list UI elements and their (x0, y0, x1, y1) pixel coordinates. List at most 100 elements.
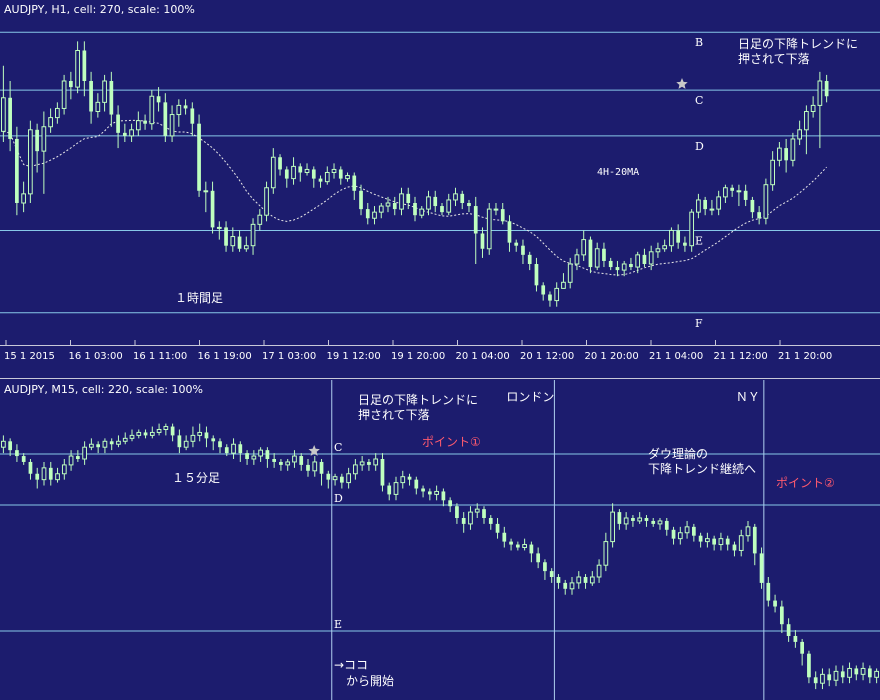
h1-candle-50 (338, 169, 343, 179)
m15-candle-102 (691, 526, 696, 536)
h1-candle-84 (567, 263, 573, 283)
h1-candle-82 (554, 287, 560, 302)
h1-candle-3 (21, 193, 26, 204)
h1-candle-10 (68, 81, 73, 88)
h1-candle-45 (304, 168, 310, 173)
h1-candle-36 (243, 245, 249, 250)
h1-candle-95 (642, 254, 647, 264)
h1-candle-1 (8, 97, 12, 139)
m15-candle-44 (299, 456, 304, 465)
m15-candle-58 (393, 482, 399, 495)
m15-candle-14 (96, 444, 101, 448)
start-text-label: から開始 (346, 674, 394, 688)
session-label-1: ＮＹ (736, 390, 760, 404)
h1-star-marker (676, 78, 688, 89)
h1-candle-113 (763, 184, 769, 219)
h1-candle-60 (406, 193, 411, 203)
charts-canvas: B C D E F 15 1 2015 16 1 03:00 16 1 11:00 16 1 … (0, 3, 880, 700)
h1-candle-6 (41, 126, 47, 152)
point-2-label: ポイント② (776, 476, 835, 490)
m15-candle-85 (576, 576, 582, 584)
h1-level-label-C: C (695, 94, 703, 107)
h1-candle-103 (696, 199, 701, 213)
m15-level-label-C: C (334, 441, 342, 454)
h1-candle-28 (190, 108, 195, 124)
h1-tick-label-4: 17 1 03:00 (262, 351, 316, 362)
m15-candle-88 (596, 564, 602, 578)
m15-candle-18 (122, 437, 128, 442)
h1-tick-label-7: 20 1 04:00 (456, 351, 510, 362)
h1-candle-62 (419, 208, 425, 216)
m15-candle-65 (441, 491, 446, 501)
h1-candle-53 (359, 190, 363, 210)
h1-candle-33 (224, 227, 228, 246)
m15-candle-100 (677, 532, 683, 540)
h1-candle-29 (197, 123, 201, 191)
h1-candle-79 (534, 264, 539, 286)
m15-candle-61 (414, 479, 419, 489)
h1-candle-75 (507, 221, 512, 243)
h1-tick-label-8: 20 1 12:00 (520, 351, 574, 362)
m15-candle-123 (833, 670, 839, 681)
m15-candle-27 (183, 440, 189, 448)
m15-candle-80 (543, 562, 547, 572)
h1-candle-0 (1, 97, 6, 132)
h1-candle-104 (703, 199, 708, 210)
h1-tick-label-3: 16 1 19:00 (198, 351, 252, 362)
m15-candle-64 (434, 490, 439, 495)
m15-candle-122 (827, 674, 832, 681)
m15-candle-39 (265, 450, 270, 459)
h1-candle-94 (635, 254, 641, 268)
h1-level-label-D: D (695, 140, 704, 153)
h1-candle-61 (413, 203, 417, 216)
h1-candle-18 (122, 132, 127, 136)
h1-candle-38 (257, 214, 263, 225)
m15-candle-43 (292, 455, 297, 463)
m15-candle-108 (732, 544, 737, 551)
h1-tick-label-10: 21 1 04:00 (649, 351, 703, 362)
h1-candle-40 (270, 156, 276, 189)
m15-candle-51 (346, 473, 351, 484)
m15-candle-31 (211, 438, 216, 442)
h1-candle-96 (648, 251, 654, 265)
m15-candle-45 (306, 464, 310, 471)
m15-candle-33 (224, 447, 229, 454)
h1-candle-105 (709, 208, 715, 211)
start-arrow-label: →ココ (334, 658, 368, 672)
h1-candle-80 (541, 285, 546, 295)
chart-root: B C D E F 15 1 2015 16 1 03:00 16 1 11:00 16 1 … (0, 0, 880, 700)
h1-candle-23 (156, 96, 161, 103)
m15-candle-129 (874, 670, 879, 678)
m15-candle-23 (156, 429, 162, 433)
m15-candle-104 (705, 538, 710, 543)
h1-candle-8 (55, 107, 60, 119)
m15-candle-72 (488, 518, 493, 524)
m15-candle-56 (380, 459, 385, 486)
m15-timeframe-label: １５分足 (172, 471, 220, 485)
h1-candle-77 (521, 245, 525, 255)
h1-candle-12 (82, 50, 87, 81)
m15-candle-119 (807, 653, 811, 678)
h1-candle-115 (777, 147, 782, 161)
m15-candle-20 (136, 431, 142, 436)
h1-candle-99 (669, 229, 674, 247)
m15-candle-126 (854, 668, 859, 675)
h1-candle-112 (757, 212, 762, 219)
h1-candle-57 (385, 202, 391, 207)
m15-level-label-D: D (334, 492, 343, 505)
h1-candle-21 (143, 120, 147, 124)
h1-candle-83 (561, 281, 566, 289)
m15-candle-30 (204, 432, 209, 439)
m15-candle-99 (671, 529, 676, 539)
m15-candle-48 (326, 473, 331, 480)
h1-candle-98 (662, 245, 668, 250)
m15-candle-40 (272, 459, 277, 462)
m15-candle-97 (657, 520, 663, 525)
h1-candle-41 (278, 157, 282, 170)
h1-candle-32 (216, 226, 222, 229)
m15-candle-7 (48, 467, 53, 480)
h1-candle-118 (797, 129, 802, 140)
m15-candle-26 (177, 435, 182, 448)
h1-candle-37 (250, 223, 256, 247)
m15-candle-125 (847, 667, 852, 678)
